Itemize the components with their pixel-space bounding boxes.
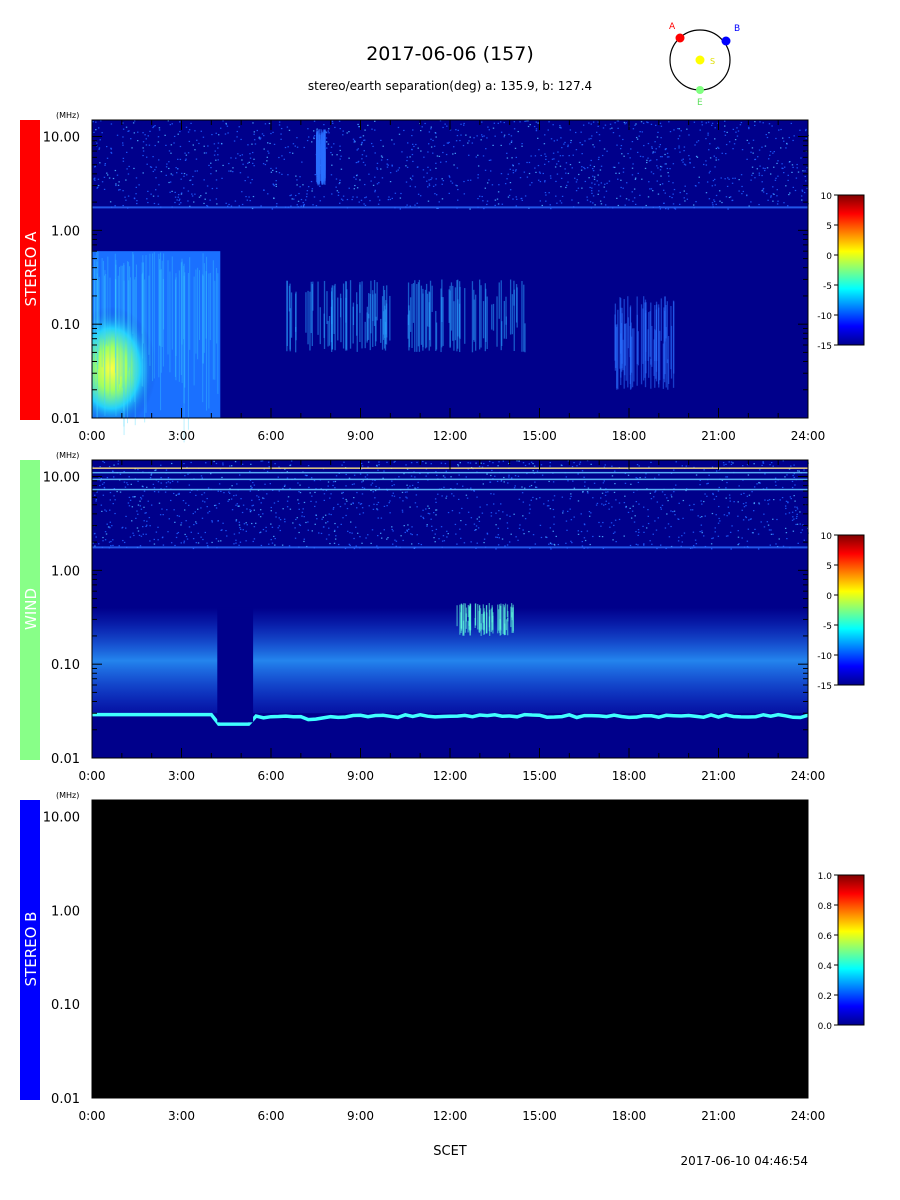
x-tick-label: 24:00	[791, 769, 826, 783]
x-tick-label: 0:00	[79, 429, 106, 443]
y-unit-label: (MHz)	[56, 111, 79, 120]
emission-feature-4	[315, 129, 326, 186]
y-tick-label: 0.10	[51, 318, 80, 333]
x-tick-label: 0:00	[79, 769, 106, 783]
colorbar-tick-label: 1.0	[818, 872, 833, 882]
sun-marker-label: S	[710, 57, 715, 66]
colorbar-tick-label: -15	[817, 682, 832, 692]
x-tick-label: 6:00	[258, 429, 285, 443]
colorbar-gradient	[837, 874, 865, 1026]
stereo-b-marker	[721, 36, 731, 46]
sun-marker	[695, 55, 705, 65]
colorbar: 10 5 0 -5 -10 -15	[817, 192, 865, 352]
x-tick-label: 15:00	[522, 769, 557, 783]
colorbar-tick-label: 0	[826, 252, 832, 262]
colorbar-tick-label: 0.2	[818, 992, 832, 1002]
emission-feature-0	[92, 241, 221, 443]
colorbar: 10 5 0 -5 -10 -15	[817, 532, 865, 692]
colorbar-tick-label: -10	[817, 312, 832, 322]
panel-label-text: STEREO A	[22, 231, 40, 307]
y-unit-label: (MHz)	[56, 451, 79, 460]
colorbar-gradient	[837, 194, 865, 346]
x-tick-label: 9:00	[347, 429, 374, 443]
y-tick-label: 0.10	[51, 998, 80, 1013]
x-tick-label: 6:00	[258, 1109, 285, 1123]
figure-subtitle: stereo/earth separation(deg) a: 135.9, b…	[308, 79, 592, 93]
orbit-diagram: A B S E	[669, 22, 740, 108]
x-tick-label: 18:00	[612, 769, 647, 783]
emission-feature-0	[92, 607, 809, 726]
panel-stereo-b: STEREO B (MHz) 10.00 1.00 0.10 0.01 0:00 3:00 6:…	[20, 791, 865, 1123]
y-tick-label: 10.00	[43, 811, 80, 826]
colorbar-gradient	[837, 534, 865, 686]
x-tick-label: 3:00	[168, 1109, 195, 1123]
y-tick-label: 1.00	[51, 224, 80, 239]
colorbar-tick-label: -15	[817, 342, 832, 352]
x-tick-label: 24:00	[791, 1109, 826, 1123]
panel-label-text: STEREO B	[22, 912, 40, 987]
stereo-a-marker-label: A	[669, 22, 676, 32]
y-tick-label: 0.10	[51, 658, 80, 673]
x-tick-label: 18:00	[612, 429, 647, 443]
x-tick-label: 12:00	[433, 429, 468, 443]
figure-title: 2017-06-06 (157)	[366, 43, 534, 65]
colorbar-tick-label: 0	[826, 592, 832, 602]
earth-marker	[696, 86, 704, 94]
x-tick-label: 3:00	[168, 429, 195, 443]
colorbar: 1.0 0.8 0.6 0.4 0.2 0.0	[818, 872, 865, 1032]
panel-stereo-a: STEREO A (MHz) 10.00 1.00 0.10 0.01 0:00 3:00 6:…	[20, 111, 865, 443]
colorbar-tick-label: -5	[823, 622, 832, 632]
x-tick-label: 3:00	[168, 769, 195, 783]
colorbar-tick-label: 10	[821, 532, 833, 542]
x-tick-label: 6:00	[258, 769, 285, 783]
colorbar-tick-label: 5	[826, 562, 832, 572]
colorbar-tick-label: -10	[817, 652, 832, 662]
spectrogram-area	[92, 800, 808, 1098]
y-tick-label: 1.00	[51, 904, 80, 919]
y-tick-label: 10.00	[43, 471, 80, 486]
panel-label-text: WIND	[22, 588, 40, 630]
x-tick-label: 12:00	[433, 769, 468, 783]
noise-boundary-line	[92, 546, 808, 549]
x-tick-label: 9:00	[347, 1109, 374, 1123]
stereo-a-marker	[675, 33, 685, 43]
panel-wind: WIND (MHz) 10.00 1.00 0.10 0.01 0:00 3:00 6:00 9:…	[20, 451, 865, 783]
colorbar-tick-label: 0.6	[818, 932, 833, 942]
colorbar-tick-label: 0.4	[818, 962, 833, 972]
y-tick-label: 0.01	[51, 412, 80, 427]
y-tick-label: 1.00	[51, 564, 80, 579]
x-tick-label: 21:00	[701, 769, 736, 783]
colorbar-tick-label: 10	[821, 192, 833, 202]
generation-timestamp: 2017-06-10 04:46:54	[681, 1154, 808, 1168]
x-tick-label: 18:00	[612, 1109, 647, 1123]
y-unit-label: (MHz)	[56, 791, 79, 800]
noise-boundary-line	[92, 206, 808, 209]
x-tick-label: 24:00	[791, 429, 826, 443]
colorbar-tick-label: 5	[826, 222, 832, 232]
x-tick-label: 9:00	[347, 769, 374, 783]
radio-spectrogram-figure: 2017-06-06 (157) stereo/earth separation…	[20, 22, 865, 1168]
earth-marker-label: E	[697, 98, 703, 108]
x-tick-label: 21:00	[701, 429, 736, 443]
x-tick-label: 15:00	[522, 429, 557, 443]
colorbar-tick-label: 0.8	[818, 902, 833, 912]
stereo-b-marker-label: B	[734, 24, 740, 34]
x-tick-label: 12:00	[433, 1109, 468, 1123]
colorbar-tick-label: 0.0	[818, 1022, 833, 1032]
x-tick-label: 21:00	[701, 1109, 736, 1123]
colorbar-tick-label: -5	[823, 282, 832, 292]
y-tick-label: 10.00	[43, 131, 80, 146]
x-tick-label: 0:00	[79, 1109, 106, 1123]
y-tick-label: 0.01	[51, 1092, 80, 1107]
x-axis-label: SCET	[433, 1144, 467, 1159]
y-tick-label: 0.01	[51, 752, 80, 767]
x-tick-label: 15:00	[522, 1109, 557, 1123]
